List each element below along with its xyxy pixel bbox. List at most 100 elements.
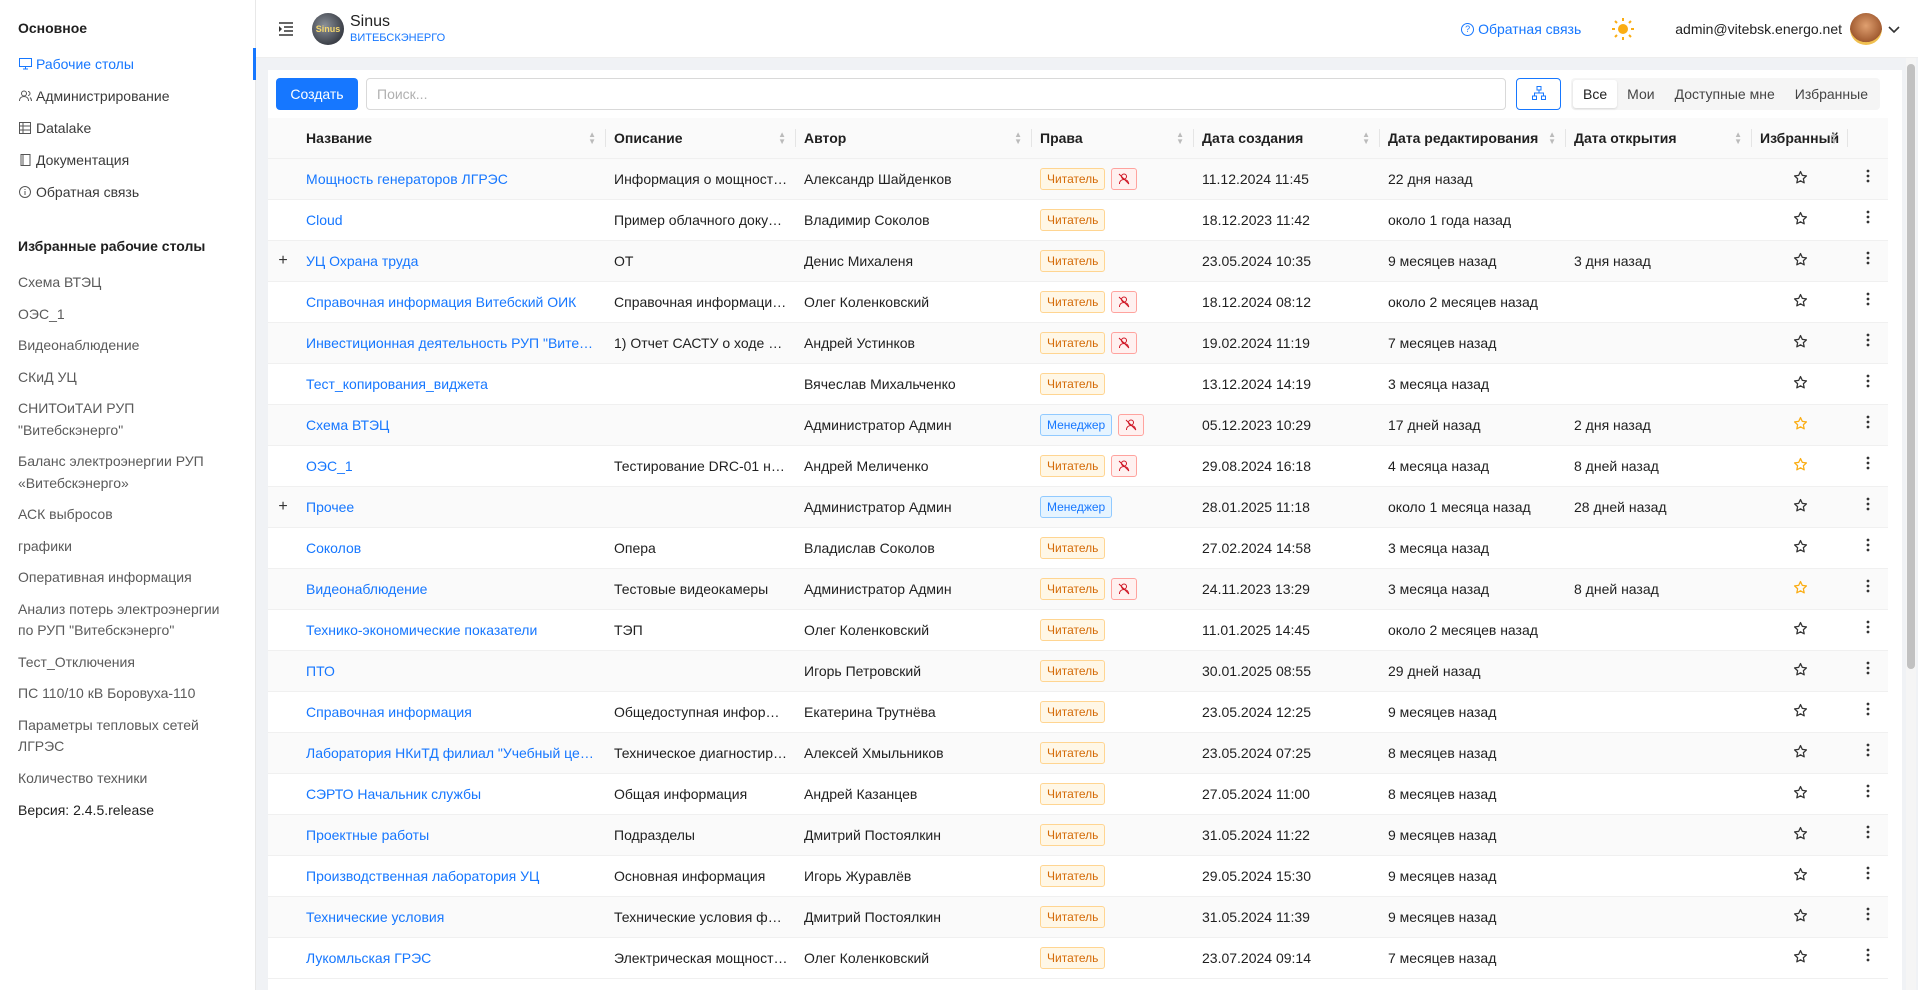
dashboard-name-link[interactable]: Лукомльская ГРЭС bbox=[298, 937, 606, 979]
table-row[interactable]: Лаборатория НКиТД филиал "Учебный центр"… bbox=[268, 732, 1888, 774]
favorite-dashboard-item[interactable]: Баланс электроэнергии РУП «Витебскэнерго… bbox=[0, 446, 255, 499]
column-header[interactable]: Права ▲ ▼ bbox=[1032, 118, 1194, 159]
sort-icon[interactable]: ▲ ▼ bbox=[1014, 131, 1022, 146]
table-row[interactable]: Тест_копирования_виджета Вячеслав Михальч… bbox=[268, 363, 1888, 405]
sidebar-item-users[interactable]: Администрирование bbox=[0, 80, 255, 112]
user-email[interactable]: admin@vitebsk.energo.net bbox=[1675, 21, 1842, 37]
more-vertical-icon[interactable] bbox=[1866, 538, 1870, 556]
star-icon[interactable] bbox=[1793, 621, 1808, 639]
column-header[interactable]: Избранный ▲ ▼ bbox=[1752, 118, 1848, 159]
favorite-dashboard-item[interactable]: ПС 110/10 кВ Боровуха-110 bbox=[0, 678, 255, 710]
dashboard-name-link[interactable]: Видеонаблюдение bbox=[298, 568, 606, 610]
more-vertical-icon[interactable] bbox=[1866, 497, 1870, 515]
dashboard-name-link[interactable]: ПТО bbox=[298, 650, 606, 692]
dashboard-name-link[interactable]: СЭРТО Начальник службы bbox=[298, 773, 606, 815]
more-vertical-icon[interactable] bbox=[1866, 169, 1870, 187]
star-icon[interactable] bbox=[1793, 252, 1808, 270]
star-icon[interactable] bbox=[1793, 498, 1808, 516]
avatar[interactable] bbox=[1850, 13, 1882, 45]
filter-option[interactable]: Доступные мне bbox=[1665, 80, 1785, 108]
sort-icon[interactable]: ▲ ▼ bbox=[1548, 131, 1556, 146]
star-filled-icon[interactable] bbox=[1793, 416, 1808, 434]
table-row[interactable]: Мощность генераторов ЛГРЭС Информация о м… bbox=[268, 158, 1888, 200]
sort-icon[interactable]: ▲ ▼ bbox=[1362, 131, 1370, 146]
more-vertical-icon[interactable] bbox=[1866, 292, 1870, 310]
search-input[interactable] bbox=[366, 78, 1506, 110]
star-icon[interactable] bbox=[1793, 293, 1808, 311]
table-row[interactable]: СЭРТО Начальник службы Общая информация Ан… bbox=[268, 773, 1888, 815]
more-vertical-icon[interactable] bbox=[1866, 702, 1870, 720]
more-vertical-icon[interactable] bbox=[1866, 866, 1870, 884]
user-restricted-icon[interactable] bbox=[1118, 413, 1145, 436]
star-icon[interactable] bbox=[1793, 826, 1808, 844]
sort-icon[interactable]: ▲ ▼ bbox=[588, 131, 596, 146]
star-icon[interactable] bbox=[1793, 867, 1808, 885]
dashboard-name-link[interactable]: Тест_копирования_виджета bbox=[298, 363, 606, 405]
dashboard-name-link[interactable]: Технико-экономические показатели bbox=[298, 609, 606, 651]
favorite-dashboard-item[interactable]: СНИТОиТАИ РУП "Витебскэнерго" bbox=[0, 393, 255, 446]
favorite-dashboard-item[interactable]: Количество техники bbox=[0, 763, 255, 795]
scroll-thumb[interactable] bbox=[1907, 64, 1915, 669]
column-header[interactable]: Автор ▲ ▼ bbox=[796, 118, 1032, 159]
app-logo[interactable]: Sinus bbox=[312, 12, 344, 45]
more-vertical-icon[interactable] bbox=[1866, 661, 1870, 679]
column-header[interactable]: Описание ▲ ▼ bbox=[606, 118, 796, 159]
table-row[interactable]: Справочная информация Витебский ОИК Справ… bbox=[268, 281, 1888, 323]
dashboard-name-link[interactable]: Прочее bbox=[298, 486, 606, 528]
more-vertical-icon[interactable] bbox=[1866, 415, 1870, 433]
star-icon[interactable] bbox=[1793, 744, 1808, 762]
dashboard-name-link[interactable]: Производственная лаборатория УЦ bbox=[298, 855, 606, 897]
table-row[interactable]: Инвестиционная деятельность РУП "Витебск… bbox=[268, 322, 1888, 364]
user-restricted-icon[interactable] bbox=[1111, 167, 1138, 190]
more-vertical-icon[interactable] bbox=[1866, 743, 1870, 761]
more-vertical-icon[interactable] bbox=[1866, 333, 1870, 351]
table-row[interactable]: Проектные работы Подразделы Дмитрий Постоя… bbox=[268, 814, 1888, 856]
star-icon[interactable] bbox=[1793, 211, 1808, 229]
favorite-dashboard-item[interactable]: Тест_Отключения bbox=[0, 647, 255, 679]
chevron-down-icon[interactable] bbox=[1888, 21, 1900, 37]
table-row[interactable]: ПТО Игорь Петровский Читатель 30.01.2025 08… bbox=[268, 650, 1888, 692]
sidebar-item-database[interactable]: Datalake bbox=[0, 112, 255, 144]
create-button[interactable]: Создать bbox=[276, 78, 358, 110]
dashboard-name-link[interactable]: Справочная информация bbox=[298, 691, 606, 733]
filter-option[interactable]: Все bbox=[1573, 80, 1618, 108]
user-restricted-icon[interactable] bbox=[1111, 577, 1138, 600]
sort-icon[interactable]: ▲ ▼ bbox=[1734, 131, 1742, 146]
theme-toggle-sun-icon[interactable] bbox=[1611, 17, 1635, 41]
favorite-dashboard-item[interactable]: Видеонаблюдение bbox=[0, 330, 255, 362]
star-icon[interactable] bbox=[1793, 539, 1808, 557]
user-restricted-icon[interactable] bbox=[1111, 454, 1138, 477]
more-vertical-icon[interactable] bbox=[1866, 374, 1870, 392]
favorite-dashboard-item[interactable]: СКиД УЦ bbox=[0, 362, 255, 394]
star-icon[interactable] bbox=[1793, 170, 1808, 188]
table-row[interactable]: Лукомльская ГРЭС Электрическая мощность с… bbox=[268, 937, 1888, 979]
more-vertical-icon[interactable] bbox=[1866, 579, 1870, 597]
table-row[interactable]: Соколов Опера Владислав Соколов Читатель 27.… bbox=[268, 527, 1888, 569]
tree-view-button[interactable] bbox=[1516, 78, 1561, 110]
dashboard-name-link[interactable]: Проектные работы bbox=[298, 814, 606, 856]
star-icon[interactable] bbox=[1793, 785, 1808, 803]
sidebar-item-book[interactable]: Документация bbox=[0, 144, 255, 176]
star-icon[interactable] bbox=[1793, 334, 1808, 352]
table-row[interactable]: Cloud Пример облачного документа Владимир … bbox=[268, 199, 1888, 241]
table-row[interactable]: Видеонаблюдение Тестовые видеокамеры Админ… bbox=[268, 568, 1888, 610]
table-row[interactable]: Технические условия Технические условия ф… bbox=[268, 896, 1888, 938]
column-header[interactable]: Дата редактирования ▲ ▼ bbox=[1380, 118, 1566, 159]
sort-icon[interactable]: ▲ ▼ bbox=[1830, 131, 1838, 146]
column-header[interactable]: Дата открытия ▲ ▼ bbox=[1566, 118, 1752, 159]
star-icon[interactable] bbox=[1793, 703, 1808, 721]
dashboard-name-link[interactable]: Лаборатория НКиТД филиал "Учебный центр" bbox=[298, 732, 606, 774]
favorite-dashboard-item[interactable]: Схема ВТЭЦ bbox=[0, 267, 255, 299]
sidebar-item-info[interactable]: Обратная связь bbox=[0, 176, 255, 208]
feedback-link[interactable]: ? Обратная связь bbox=[1461, 21, 1581, 37]
table-row[interactable]: Технико-экономические показатели ТЭП Олег … bbox=[268, 609, 1888, 651]
star-icon[interactable] bbox=[1793, 375, 1808, 393]
more-vertical-icon[interactable] bbox=[1866, 456, 1870, 474]
table-row[interactable]: + Прочее Администратор Админ Менеджер 28.01.… bbox=[268, 486, 1888, 528]
sidebar-item-desktop[interactable]: Рабочие столы bbox=[0, 48, 256, 80]
more-vertical-icon[interactable] bbox=[1866, 948, 1870, 966]
sort-icon[interactable]: ▲ ▼ bbox=[1176, 131, 1184, 146]
expand-toggle[interactable]: + bbox=[268, 486, 298, 528]
user-restricted-icon[interactable] bbox=[1111, 331, 1138, 354]
user-restricted-icon[interactable] bbox=[1111, 290, 1138, 313]
